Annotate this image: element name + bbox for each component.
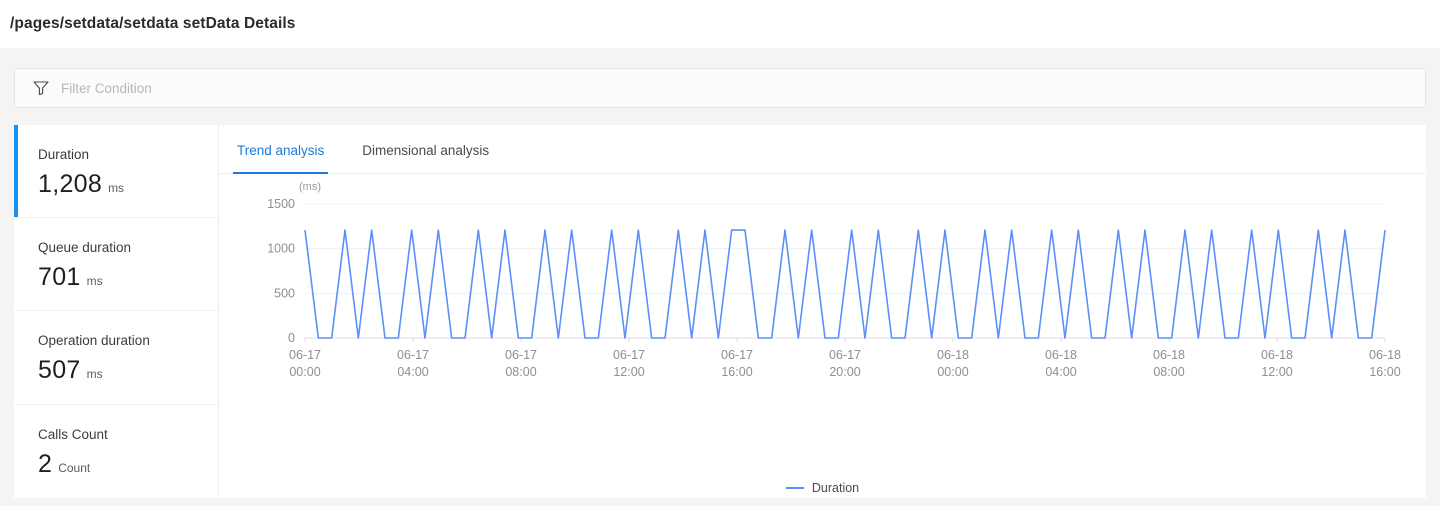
metric-card-calls-count[interactable]: Calls Count 2 Count (14, 405, 218, 498)
x-axis-tick-label: 06-17 (397, 348, 429, 362)
x-axis-tick-label: 06-17 (289, 348, 321, 362)
analysis-panel: Trend analysis Dimensional analysis (ms)… (219, 125, 1426, 498)
metric-value-row: 1,208 ms (38, 170, 218, 199)
metric-value-row: 2 Count (38, 450, 218, 479)
metric-card-queue-duration[interactable]: Queue duration 701 ms (14, 218, 218, 312)
legend-line-marker (785, 487, 804, 489)
x-axis-tick-label: 12:00 (1261, 365, 1292, 379)
x-axis-tick-label: 06-18 (1153, 348, 1185, 362)
y-axis-unit-label: (ms) (299, 181, 321, 193)
x-axis-tick-label: 08:00 (1153, 365, 1184, 379)
metrics-rail: Duration 1,208 ms Queue duration 701 ms … (14, 125, 219, 498)
x-axis-tick-label: 06-18 (1261, 348, 1293, 362)
x-axis-tick-label: 06-17 (721, 348, 753, 362)
trend-chart-svg: (ms) 0 500 1000 1500 06-17 00:00 06-17 04:00 06-1… (267, 181, 1401, 379)
page-title: /pages/setdata/setdata setData Details (10, 15, 296, 32)
metric-card-duration[interactable]: Duration 1,208 ms (14, 125, 218, 219)
filter-condition-box[interactable] (14, 68, 1426, 108)
trend-chart: (ms) 0 500 1000 1500 06-17 00:00 06-17 04:00 06-1… (219, 174, 1426, 498)
x-axis-tick-label: 00:00 (289, 365, 320, 379)
x-axis-tick-label: 04:00 (1045, 365, 1076, 379)
metric-value: 507 (38, 356, 81, 385)
y-axis-tick-label: 1500 (267, 197, 295, 211)
tab-trend-analysis[interactable]: Trend analysis (232, 143, 329, 174)
series-line (304, 229, 1386, 339)
metric-unit: ms (108, 181, 125, 195)
metric-value: 2 (38, 449, 53, 478)
x-axis-tick-label: 06-17 (829, 348, 861, 362)
metric-label: Queue duration (38, 240, 132, 256)
chart-legend: Duration (219, 481, 1426, 495)
x-axis-tick-label: 06-17 (613, 348, 645, 362)
metric-value: 1,208 (38, 170, 103, 198)
metric-value-row: 507 ms (38, 356, 218, 385)
x-axis-tick-label: 08:00 (505, 365, 536, 379)
metric-card-operation-duration[interactable]: Operation duration 507 ms (14, 311, 218, 405)
funnel-icon (33, 81, 49, 95)
title-bar: /pages/setdata/setdata setData Details (0, 0, 1440, 48)
metric-value-row: 701 ms (38, 263, 218, 292)
page-root: /pages/setdata/setdata setData Details D… (0, 0, 1440, 506)
x-axis-tick-label: 20:00 (829, 365, 860, 379)
metric-label: Operation duration (38, 333, 150, 349)
tab-bar: Trend analysis Dimensional analysis (219, 125, 1426, 174)
x-axis-tick-label: 00:00 (937, 365, 968, 379)
x-axis-tick-label: 04:00 (397, 365, 428, 379)
metric-label: Calls Count (38, 426, 108, 442)
y-axis-tick-label: 0 (288, 331, 295, 345)
metric-value: 701 (38, 263, 81, 292)
x-axis-tick-label: 06-18 (1369, 348, 1401, 362)
x-axis-tick-label: 06-18 (937, 348, 969, 362)
metric-unit: Count (58, 460, 91, 475)
metric-label: Duration (38, 147, 90, 162)
y-axis-tick-label: 1000 (267, 242, 295, 256)
x-axis-tick-label: 06-17 (505, 348, 537, 362)
x-axis-tick-label: 16:00 (721, 365, 752, 379)
x-axis-tick-label: 06-18 (1045, 348, 1077, 362)
x-axis-tick-label: 16:00 (1369, 365, 1400, 379)
x-axis-tick-label: 12:00 (613, 365, 644, 379)
tab-dimensional-analysis[interactable]: Dimensional analysis (360, 143, 491, 173)
filter-condition-input[interactable] (61, 80, 1161, 96)
legend-label: Duration (811, 481, 860, 495)
metric-unit: ms (86, 274, 103, 289)
content-card: Duration 1,208 ms Queue duration 701 ms … (14, 125, 1426, 498)
y-axis-tick-label: 500 (274, 286, 295, 300)
metric-unit: ms (86, 367, 103, 382)
filter-band (0, 48, 1440, 118)
